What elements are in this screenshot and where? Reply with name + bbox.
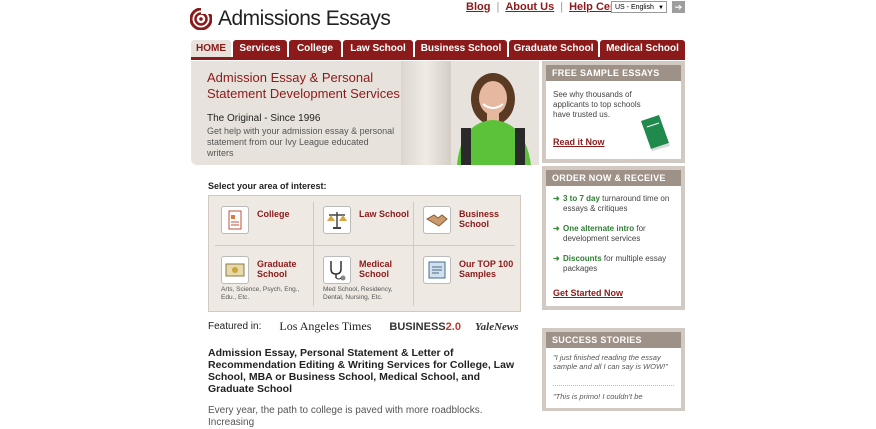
nav-underline <box>191 57 685 60</box>
logo[interactable]: Admissions Essays <box>190 6 391 32</box>
benefit-highlight: 3 to 7 day <box>563 194 600 203</box>
divider <box>553 385 674 386</box>
blog-link[interactable]: Blog <box>466 1 490 13</box>
featured-label: Featured in: <box>208 321 262 332</box>
read-it-now-link[interactable]: Read it Now <box>553 137 605 147</box>
arrow-right-icon: ➜ <box>553 254 560 263</box>
interest-label: Business School <box>459 209 500 229</box>
language-value: US - English <box>615 4 654 11</box>
interest-grid: College Law School Business School Gradu… <box>208 195 521 312</box>
student-photo <box>457 73 531 165</box>
stethoscope-icon <box>323 256 351 284</box>
order-header: ORDER NOW & RECEIVE <box>546 170 681 186</box>
list-item: ➜ One alternate intro for development ser… <box>553 224 678 244</box>
main-body-text: Every year, the path to college is paved… <box>208 405 483 428</box>
benefit-highlight: Discounts <box>563 254 602 263</box>
interest-label: Our TOP 100 Samples <box>459 259 514 279</box>
interest-college[interactable]: College <box>217 196 317 252</box>
testimonial-quote: "This is primo! I couldn't be <box>553 392 643 401</box>
logo-swirl-icon <box>190 8 212 30</box>
interest-top-100-samples[interactable]: Our TOP 100 Samples <box>419 246 519 302</box>
about-us-link[interactable]: About Us <box>505 1 554 13</box>
tab-medical-school[interactable]: Medical School <box>600 40 685 57</box>
success-stories-box: SUCCESS STORIES "I just finished reading… <box>542 328 685 411</box>
list-item: ➜ Discounts for multiple essay packages <box>553 254 678 274</box>
hero-subtitle: The Original - Since 1996 <box>207 113 321 124</box>
hero-title: Admission Essay & Personal Statement Dev… <box>207 70 400 101</box>
interest-law-school[interactable]: Law School <box>319 196 419 252</box>
business-2-logo-word: BUSINESS <box>389 320 446 333</box>
language-select[interactable]: US - English ▼ <box>611 1 667 13</box>
arrow-right-icon: ➜ <box>553 224 560 233</box>
testimonial-quote: "I just finished reading the essay sampl… <box>553 353 668 371</box>
list-item: ➜ 3 to 7 day turnaround time on essays & … <box>553 194 678 214</box>
arrow-right-icon: ➜ <box>553 194 560 203</box>
diploma-icon <box>221 256 249 284</box>
book-icon <box>641 115 670 151</box>
interest-heading: Select your area of interest: <box>208 181 327 191</box>
success-header: SUCCESS STORIES <box>546 332 681 348</box>
main-nav: HOME Services College Law School Busines… <box>191 40 685 57</box>
brand-name: Admissions Essays <box>218 7 391 30</box>
business-2-logo-version: 2.0 <box>445 320 461 333</box>
get-started-now-link[interactable]: Get Started Now <box>553 288 623 298</box>
chevron-down-icon: ▼ <box>658 5 664 11</box>
order-box: ORDER NOW & RECEIVE ➜ 3 to 7 day turnarou… <box>542 166 685 310</box>
link-separator: | <box>496 1 500 13</box>
tab-services[interactable]: Services <box>233 40 287 57</box>
tab-college[interactable]: College <box>289 40 341 57</box>
interest-note: Med School, Residency, Dental, Nursing, … <box>323 286 393 301</box>
tab-law-school[interactable]: Law School <box>343 40 413 57</box>
tab-home[interactable]: HOME <box>191 40 231 57</box>
benefit-highlight: One alternate intro <box>563 224 635 233</box>
top-links: Blog | About Us | Help Center <box>466 1 631 13</box>
tab-graduate-school[interactable]: Graduate School <box>509 40 598 57</box>
business-2-logo: BUSINESS2.0 <box>389 321 461 333</box>
success-body: "I just finished reading the essay sampl… <box>546 348 681 408</box>
language-go-button[interactable]: ➔ <box>672 1 685 13</box>
free-sample-body: See why thousands of applicants to top s… <box>546 81 681 159</box>
handshake-icon <box>423 206 451 234</box>
scales-icon <box>323 206 351 234</box>
link-separator: | <box>560 1 564 13</box>
free-sample-box: FREE SAMPLE ESSAYS See why thousands of … <box>542 61 685 163</box>
college-document-icon <box>221 206 249 234</box>
interest-business-school[interactable]: Business School <box>419 196 519 252</box>
free-sample-header: FREE SAMPLE ESSAYS <box>546 65 681 81</box>
samples-document-icon <box>423 256 451 284</box>
order-benefits: ➜ 3 to 7 day turnaround time on essays & … <box>553 194 678 284</box>
interest-label: College <box>257 209 290 219</box>
interest-medical-school[interactable]: Medical School Med School, Residency, De… <box>319 246 419 302</box>
interest-note: Arts, Science, Psych, Eng., Edu., Etc. <box>221 286 300 301</box>
yale-news-logo: YaleNews <box>474 320 519 333</box>
hero-description: Get help with your admission essay & per… <box>207 126 395 158</box>
featured-in-bar: Featured in: Los Angeles Times BUSINESS2… <box>208 319 519 334</box>
order-body: ➜ 3 to 7 day turnaround time on essays & … <box>546 186 681 306</box>
la-times-logo: Los Angeles Times <box>279 319 372 333</box>
interest-label: Medical School <box>359 259 393 279</box>
hero-banner: Admission Essay & Personal Statement Dev… <box>191 61 539 165</box>
interest-label: Graduate School <box>257 259 297 279</box>
tab-business-school[interactable]: Business School <box>415 40 507 57</box>
free-sample-text: See why thousands of applicants to top s… <box>553 90 641 119</box>
interest-label: Law School <box>359 209 410 219</box>
main-heading: Admission Essay, Personal Statement & Le… <box>208 347 515 395</box>
interest-graduate-school[interactable]: Graduate School Arts, Science, Psych, En… <box>217 246 317 302</box>
